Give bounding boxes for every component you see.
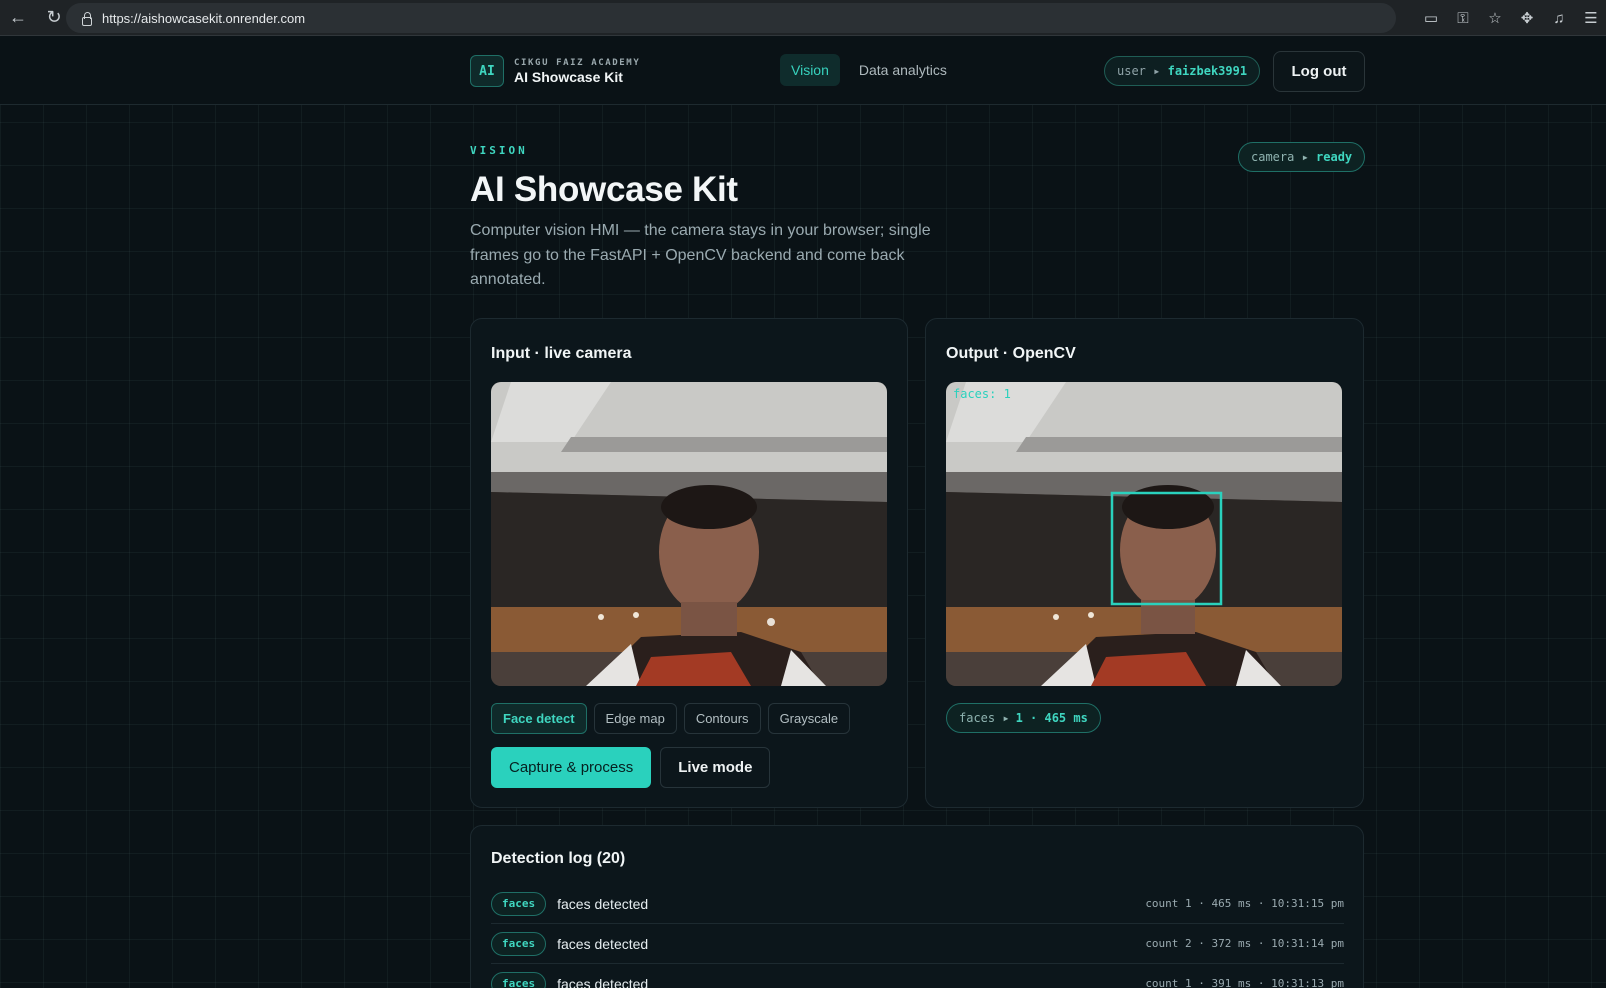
brand-logo: AI	[470, 55, 504, 87]
live-mode-button[interactable]: Live mode	[660, 747, 771, 788]
url-text: https://aishowcasekit.onrender.com	[102, 10, 306, 26]
log-tag: faces	[491, 971, 547, 988]
processed-output-image: faces: 1	[946, 382, 1342, 686]
nav-data-analytics[interactable]: Data analytics	[848, 54, 958, 86]
input-card: Input · live camera Face detect Edge map…	[470, 318, 908, 808]
log-tag: faces	[491, 931, 547, 956]
page-description: Computer vision HMI — the camera stays i…	[470, 222, 931, 288]
output-stats-value: 1 · 465 ms	[1015, 711, 1088, 725]
detection-log-title: Detection log (20)	[491, 850, 626, 867]
log-row: faces faces detected count 1 · 465 ms · …	[491, 884, 1344, 924]
favorites-icon[interactable]: ☰	[1582, 9, 1600, 27]
camera-frame-image	[491, 382, 887, 686]
section-eyebrow: VISION	[470, 144, 528, 157]
tool-contours[interactable]: Contours	[683, 703, 761, 734]
camera-status-value: ready	[1316, 150, 1353, 164]
brand-name: AI Showcase Kit	[514, 68, 623, 85]
camera-status-prefix: camera ▸	[1251, 150, 1309, 164]
media-icon[interactable]: ♫	[1550, 10, 1568, 27]
log-row: faces faces detected count 1 · 391 ms · …	[491, 964, 1344, 988]
user-prefix: user ▸	[1117, 64, 1161, 78]
output-stats-badge: faces ▸ 1 · 465 ms	[946, 703, 1101, 733]
log-row: faces faces detected count 2 · 372 ms · …	[491, 924, 1344, 964]
log-meta: count 2 · 372 ms · 10:31:14 pm	[1145, 937, 1344, 950]
output-card: Output · OpenCV faces: 1 faces ▸ 1 · 465…	[925, 318, 1364, 808]
user-name: faizbek3991	[1167, 64, 1248, 78]
user-badge: user ▸ faizbek3991	[1104, 56, 1261, 86]
tool-grayscale[interactable]: Grayscale	[767, 703, 851, 734]
app-header: AI CIKGU FAIZ ACADEMY AI Showcase Kit Vi…	[0, 36, 1606, 105]
log-text: faces detected	[557, 975, 649, 988]
star-icon[interactable]: ☆	[1486, 9, 1504, 27]
live-camera-feed	[491, 382, 887, 686]
capture-process-button[interactable]: Capture & process	[491, 747, 652, 788]
log-text: faces detected	[557, 935, 649, 952]
output-stats-prefix: faces ▸	[959, 711, 1010, 725]
page-title: AI Showcase Kit	[470, 170, 738, 209]
detection-log-card: Detection log (20) faces faces detected …	[470, 825, 1364, 988]
output-frame-image: faces: 1	[946, 382, 1342, 686]
main-nav: Vision Data analytics	[780, 54, 958, 86]
action-buttons: Capture & process Live mode	[491, 747, 771, 788]
tool-face-detect[interactable]: Face detect	[491, 703, 587, 734]
logout-button[interactable]: Log out	[1273, 51, 1365, 92]
input-card-title: Input · live camera	[491, 345, 632, 362]
face-count-overlay: faces: 1	[953, 387, 1011, 401]
log-meta: count 1 · 465 ms · 10:31:15 pm	[1145, 897, 1344, 910]
back-arrow-icon[interactable]: ←	[0, 0, 36, 36]
log-tag: faces	[491, 891, 547, 916]
key-icon[interactable]: ⚿	[1454, 10, 1472, 27]
address-bar[interactable]: https://aishowcasekit.onrender.com	[66, 3, 1396, 33]
log-meta: count 1 · 391 ms · 10:31:13 pm	[1145, 977, 1344, 988]
mode-toolbar: Face detect Edge map Contours Grayscale	[491, 703, 851, 734]
brand-subtitle: CIKGU FAIZ ACADEMY	[514, 57, 641, 68]
extensions-icon[interactable]: ✥	[1518, 9, 1536, 27]
tool-edge-map[interactable]: Edge map	[593, 703, 677, 734]
log-text: faces detected	[557, 895, 649, 912]
output-card-title: Output · OpenCV	[946, 345, 1076, 362]
lock-icon[interactable]	[80, 12, 92, 26]
brand[interactable]: AI CIKGU FAIZ ACADEMY AI Showcase Kit	[470, 55, 640, 87]
page: AI CIKGU FAIZ ACADEMY AI Showcase Kit Vi…	[0, 36, 1606, 988]
camera-icon[interactable]: ▭	[1422, 9, 1440, 27]
nav-vision[interactable]: Vision	[780, 54, 840, 86]
camera-status-badge: camera ▸ ready	[1238, 142, 1366, 172]
browser-toolbar: ← ↻ https://aishowcasekit.onrender.com ▭…	[0, 0, 1606, 36]
